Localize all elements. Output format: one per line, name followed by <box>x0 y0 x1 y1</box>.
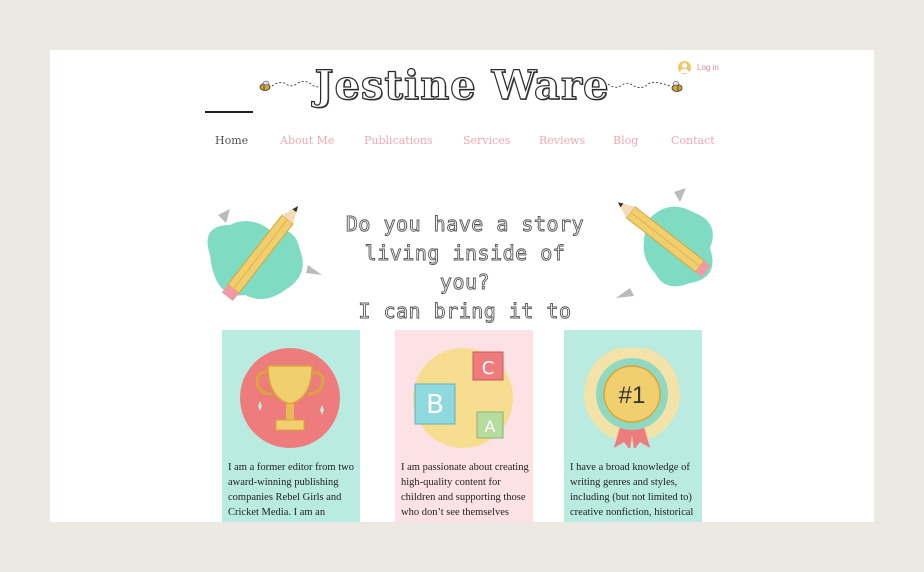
svg-text:A: A <box>485 417 496 436</box>
card-editor: I am a former editor from two award-winn… <box>222 330 360 522</box>
login-button[interactable]: Log in <box>678 61 719 74</box>
pencil-splash-left-icon <box>207 206 322 301</box>
site-logo[interactable]: Jestine Ware <box>50 61 874 109</box>
card-knowledge-text: I have a broad knowledge of writing genr… <box>570 462 694 518</box>
hero-line-2: living inside of you? <box>364 241 566 295</box>
nav-item-home[interactable]: Home <box>215 134 248 147</box>
nav-item-about-me[interactable]: About Me <box>280 134 334 147</box>
nav-item-services[interactable]: Services <box>463 134 510 147</box>
page: Jestine Ware Log in Home About Me Public… <box>50 50 874 522</box>
hero-line-1: Do you have a story <box>345 212 585 237</box>
nav-active-indicator <box>205 111 253 113</box>
card-knowledge: #1 I have a broad knowledge of writing g… <box>564 330 702 522</box>
svg-text:C: C <box>482 358 495 379</box>
nav-item-publications[interactable]: Publications <box>364 134 433 147</box>
nav-item-contact[interactable]: Contact <box>671 134 715 147</box>
card-passion-text: I am passionate about creating high-qual… <box>401 462 529 518</box>
svg-text:B: B <box>426 390 444 420</box>
badge-number: #1 <box>619 382 646 409</box>
pencil-splash-right-icon <box>616 188 713 298</box>
card-passion: C B A I am passionate about creating hig… <box>395 330 533 522</box>
nav-item-blog[interactable]: Blog <box>613 134 638 147</box>
nav-item-reviews[interactable]: Reviews <box>539 134 585 147</box>
number-one-badge-icon: #1 <box>584 348 680 448</box>
avatar-icon <box>678 61 691 74</box>
card-editor-text: I am a former editor from two award-winn… <box>228 462 354 518</box>
main-nav: Home About Me Publications Services Revi… <box>205 111 725 158</box>
login-label: Log in <box>697 63 719 72</box>
abc-blocks-icon: C B A <box>413 348 513 448</box>
trophy-icon <box>240 348 340 448</box>
